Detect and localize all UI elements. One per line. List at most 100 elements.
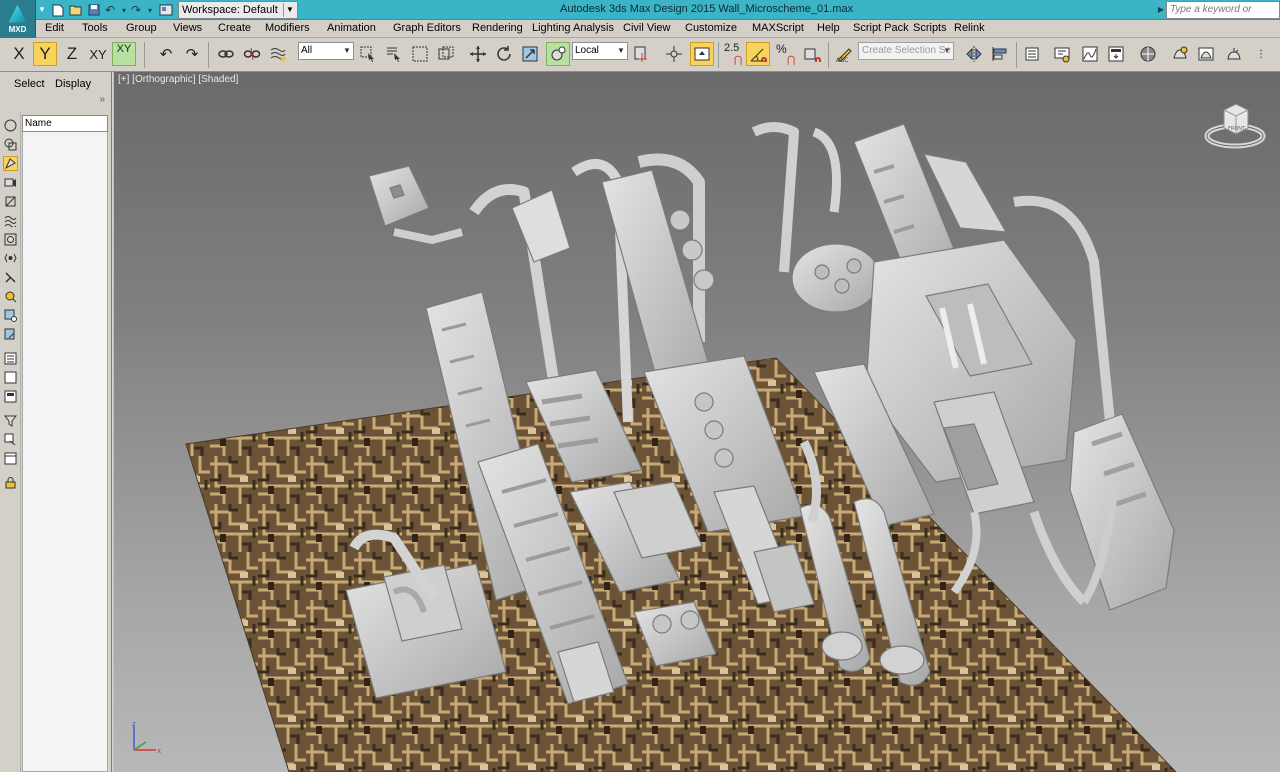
display-none-icon[interactable] bbox=[3, 118, 18, 133]
new-file-icon[interactable] bbox=[50, 2, 66, 18]
project-folder-icon[interactable] bbox=[158, 2, 174, 18]
display-groups-icon[interactable] bbox=[3, 232, 18, 247]
tab-select[interactable]: Select bbox=[14, 78, 45, 90]
mirror-icon[interactable] bbox=[962, 42, 986, 66]
viewport-orthographic[interactable]: [+] [Orthographic] [Shaded] FRONT z x bbox=[113, 72, 1280, 772]
svg-text:ABC: ABC bbox=[836, 57, 848, 63]
select-by-name-icon[interactable] bbox=[382, 42, 406, 66]
tab-display[interactable]: Display bbox=[55, 78, 91, 90]
move-icon[interactable] bbox=[466, 42, 490, 66]
configure-columns-icon[interactable] bbox=[3, 451, 18, 466]
display-spacewarps-icon[interactable] bbox=[3, 213, 18, 228]
keyboard-shortcut-override-icon[interactable] bbox=[690, 42, 714, 66]
menu-relink[interactable]: Relink bbox=[954, 22, 985, 34]
axis-y-button[interactable]: Y bbox=[33, 42, 57, 66]
display-cameras-icon[interactable] bbox=[3, 175, 18, 190]
search-expand-icon[interactable]: ▶ bbox=[1156, 2, 1166, 18]
select-manipulate-icon[interactable] bbox=[662, 42, 686, 66]
select-none-icon[interactable] bbox=[3, 370, 18, 385]
display-geometry-icon[interactable] bbox=[3, 156, 18, 171]
open-file-icon[interactable] bbox=[68, 2, 84, 18]
find-children-icon[interactable] bbox=[3, 432, 18, 447]
menu-script-pack[interactable]: Script Pack bbox=[853, 22, 909, 34]
spinner-snap-icon[interactable] bbox=[800, 42, 824, 66]
pivot-center-icon[interactable] bbox=[630, 42, 654, 66]
curve-editor-icon[interactable] bbox=[1078, 42, 1102, 66]
axis-xy-cycle-button[interactable]: XY bbox=[112, 42, 136, 66]
material-editor-icon[interactable] bbox=[1136, 42, 1160, 66]
menu-lighting-analysis[interactable]: Lighting Analysis bbox=[532, 22, 614, 34]
toolbar-overflow-icon[interactable]: ⋮ bbox=[1254, 42, 1268, 66]
window-crossing-icon[interactable] bbox=[434, 42, 458, 66]
axis-x-button[interactable]: X bbox=[7, 42, 31, 66]
menu-help[interactable]: Help bbox=[817, 22, 840, 34]
selection-filter-select[interactable]: All ▼ bbox=[298, 42, 354, 60]
search-input[interactable]: Type a keyword or phrase bbox=[1166, 1, 1280, 31]
axis-xy-button[interactable]: XY bbox=[86, 42, 110, 66]
app-window: ▼ ↶ ▾ ↷ ▾ Workspace: Default ▼ Autodesk … bbox=[0, 0, 1280, 772]
menu-maxscript[interactable]: MAXScript bbox=[752, 22, 804, 34]
menu-modifiers[interactable]: Modifiers bbox=[265, 22, 310, 34]
display-helpers-icon[interactable] bbox=[3, 251, 18, 266]
render-setup-icon[interactable] bbox=[1168, 42, 1192, 66]
axis-z-button[interactable]: Z bbox=[60, 42, 84, 66]
display-containers-icon[interactable] bbox=[3, 327, 18, 342]
filter-icon[interactable] bbox=[3, 413, 18, 428]
unlink-selection-icon[interactable] bbox=[240, 42, 264, 66]
angle-snap-value: 2.5 bbox=[724, 42, 740, 54]
scale-icon[interactable] bbox=[518, 42, 542, 66]
menu-customize[interactable]: Customize bbox=[685, 22, 737, 34]
axis-xy-cycle-label: XY bbox=[116, 43, 132, 55]
undo-icon[interactable]: ↶ bbox=[154, 42, 178, 66]
menu-scripts[interactable]: Scripts bbox=[913, 22, 947, 34]
display-lights-icon[interactable] bbox=[3, 289, 18, 304]
named-selection-set-placeholder: Create Selection Se bbox=[862, 45, 951, 56]
menu-rendering[interactable]: Rendering bbox=[472, 22, 523, 34]
display-shapes-icon[interactable] bbox=[3, 194, 18, 209]
menu-views[interactable]: Views bbox=[173, 22, 202, 34]
application-menu-arrow[interactable]: ▼ bbox=[36, 0, 48, 20]
rendered-frame-window-icon[interactable] bbox=[1194, 42, 1218, 66]
lock-icon[interactable] bbox=[3, 475, 18, 490]
scene-object-list[interactable] bbox=[22, 132, 108, 772]
menu-animation[interactable]: Animation bbox=[327, 22, 376, 34]
select-all-icon[interactable] bbox=[3, 351, 18, 366]
toggle-scene-explorer-icon[interactable] bbox=[1020, 42, 1044, 66]
collapse-panel-icon[interactable]: » bbox=[99, 94, 105, 105]
menu-graph-editors[interactable]: Graph Editors bbox=[393, 22, 461, 34]
rotate-icon[interactable] bbox=[492, 42, 516, 66]
viewcube[interactable]: FRONT bbox=[1204, 96, 1266, 152]
save-file-icon[interactable] bbox=[86, 2, 102, 18]
display-xrefs-icon[interactable] bbox=[3, 308, 18, 323]
display-bones-icon[interactable] bbox=[3, 270, 18, 285]
percent-snap-magnet-icon[interactable]: ⋂ bbox=[787, 55, 795, 66]
edit-named-selection-icon[interactable]: ABC bbox=[832, 42, 856, 66]
workspace-select[interactable]: Workspace: Default ▼ bbox=[178, 1, 298, 19]
name-column-header[interactable]: Name bbox=[22, 115, 108, 132]
named-selection-set-input[interactable]: Create Selection Se ▼ bbox=[858, 42, 954, 60]
select-place-icon[interactable] bbox=[546, 42, 570, 66]
title-bar: ▼ ↶ ▾ ↷ ▾ Workspace: Default ▼ Autodesk … bbox=[0, 0, 1280, 31]
align-icon[interactable] bbox=[988, 42, 1012, 66]
render-production-icon[interactable] bbox=[1222, 42, 1246, 66]
menu-tools[interactable]: Tools bbox=[82, 22, 108, 34]
toggle-layer-explorer-icon[interactable] bbox=[1050, 42, 1074, 66]
display-all-icon[interactable] bbox=[3, 137, 18, 152]
rectangular-selection-icon[interactable] bbox=[408, 42, 432, 66]
viewport-label[interactable]: [+] [Orthographic] [Shaded] bbox=[118, 74, 238, 85]
redo-icon[interactable]: ↷ bbox=[180, 42, 204, 66]
bind-space-warp-icon[interactable] bbox=[266, 42, 290, 66]
redo-dropdown-icon[interactable]: ▾ bbox=[142, 2, 158, 18]
select-invert-icon[interactable] bbox=[3, 389, 18, 404]
app-logo[interactable]: MXD bbox=[0, 0, 36, 38]
reference-coordinate-select[interactable]: Local ▼ bbox=[572, 42, 628, 60]
select-link-icon[interactable] bbox=[214, 42, 238, 66]
menu-civil-view[interactable]: Civil View bbox=[623, 22, 670, 34]
snap-magnet-icon[interactable]: ⋂ bbox=[734, 55, 742, 66]
angle-snap-icon[interactable] bbox=[746, 42, 770, 66]
select-object-icon[interactable] bbox=[356, 42, 380, 66]
menu-create[interactable]: Create bbox=[218, 22, 251, 34]
menu-group[interactable]: Group bbox=[126, 22, 157, 34]
menu-edit[interactable]: Edit bbox=[45, 22, 64, 34]
schematic-view-icon[interactable] bbox=[1104, 42, 1128, 66]
